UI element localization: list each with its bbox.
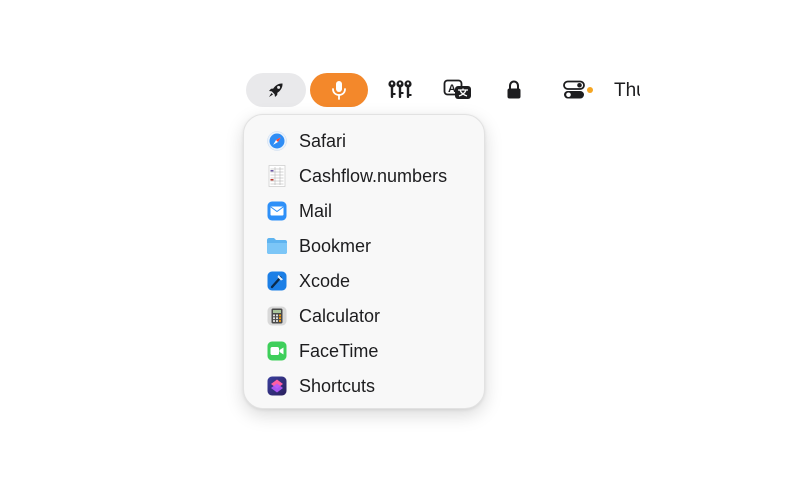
- rocket-icon: [266, 80, 286, 100]
- menu-item-label: Xcode: [299, 270, 351, 291]
- xcode-icon: [266, 270, 288, 292]
- recording-indicator-dot: [587, 87, 593, 93]
- calculator-icon: [266, 305, 288, 327]
- numbers-document-icon: [266, 165, 288, 187]
- menu-item-facetime[interactable]: FaceTime: [266, 336, 474, 366]
- menu-item-label: Calculator: [299, 305, 381, 326]
- mail-icon: [266, 200, 288, 222]
- translate-icon: A: [443, 79, 473, 101]
- menu-item-label: FaceTime: [299, 340, 379, 361]
- translate-button[interactable]: A: [438, 73, 478, 107]
- control-center-icon: [562, 79, 586, 101]
- menu-item-label: Shortcuts: [299, 375, 376, 396]
- menu-item-safari[interactable]: Safari: [266, 126, 474, 156]
- lock-icon: [505, 79, 523, 101]
- menu-item-cashflow-numbers[interactable]: Cashflow.numbers: [266, 161, 474, 191]
- safari-icon: [266, 130, 288, 152]
- menu-item-label: Cashflow.numbers: [299, 165, 448, 186]
- menu-item-bookmer[interactable]: Bookmer: [266, 231, 474, 261]
- menu-item-label: Mail: [299, 200, 333, 221]
- facetime-icon: [266, 340, 288, 362]
- menu-item-label: Bookmer: [299, 235, 372, 256]
- lock-button[interactable]: [494, 73, 534, 107]
- folder-icon: [266, 235, 288, 257]
- svg-text:A: A: [448, 83, 456, 95]
- menu-item-xcode[interactable]: Xcode: [266, 266, 474, 296]
- keys-icon: [387, 79, 413, 101]
- clock-text: Thu: [614, 80, 640, 101]
- screen: A Thu: [0, 0, 800, 500]
- menubar-clock[interactable]: Thu: [614, 78, 640, 104]
- microphone-icon: [329, 79, 349, 101]
- menu-item-mail[interactable]: Mail: [266, 196, 474, 226]
- menu-item-label: Safari: [299, 130, 347, 151]
- rocket-menu-button[interactable]: [246, 73, 306, 107]
- microphone-button[interactable]: [310, 73, 368, 107]
- keys-button[interactable]: [380, 73, 420, 107]
- shortcuts-icon: [266, 375, 288, 397]
- recent-apps-menu: Safari Cashflow.numbers Mail Bookmer Xco…: [243, 114, 485, 409]
- menu-item-shortcuts[interactable]: Shortcuts: [266, 371, 474, 401]
- menu-item-calculator[interactable]: Calculator: [266, 301, 474, 331]
